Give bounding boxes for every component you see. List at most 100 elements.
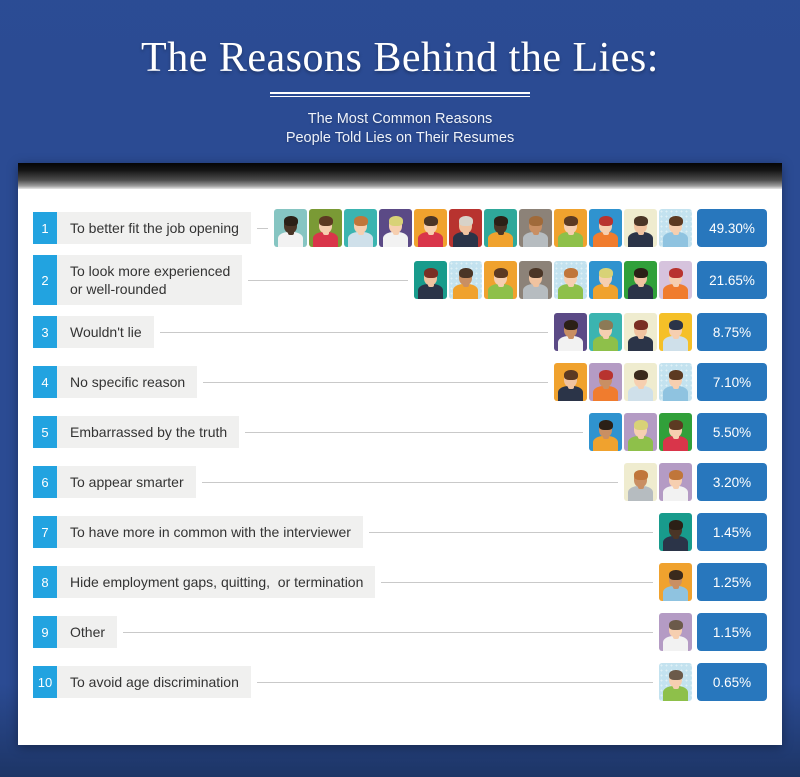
avatar-icon [309,209,342,247]
avatar-hair [633,420,648,430]
percent-badge: 1.45% [697,513,767,551]
avatar-hair [563,320,578,330]
rank-badge: 6 [33,466,57,498]
avatar-hair [633,470,648,480]
avatar-icon [414,261,447,299]
avatar-hair [458,268,473,278]
chart-rows: 1 To better fit the job opening 49.30% 2 To … [18,203,782,707]
avatar-icon [449,209,482,247]
avatar-hair [633,320,648,330]
rank-badge: 7 [33,516,57,548]
avatar-icon [659,463,692,501]
percent-badge: 49.30% [697,209,767,247]
avatar-hair [598,216,613,226]
avatar-hair [563,268,578,278]
percent-badge: 21.65% [697,261,767,299]
rank-badge: 1 [33,212,57,244]
row-label-group[interactable]: 1 To better fit the job opening [33,212,251,244]
avatar-icon [659,563,692,601]
connector-line [248,280,408,281]
avatar-hair [633,370,648,380]
row-label-group[interactable]: 6 To appear smarter [33,466,196,498]
connector-line [123,632,653,633]
connector-line [381,582,653,583]
avatar-icon [414,209,447,247]
connector-line [203,382,548,383]
rank-badge: 4 [33,366,57,398]
avatar-hair [633,268,648,278]
row-label-group[interactable]: 4 No specific reason [33,366,198,398]
avatar-icon [624,313,657,351]
avatar-icon [624,209,657,247]
subtitle-line-2: People Told Lies on Their Resumes [285,130,515,146]
rank-badge: 5 [33,416,57,448]
chart-row: 6 To appear smarter 3.20% [18,457,782,507]
avatar-hair [458,216,473,226]
infographic-header: The Reasons Behind the Lies: The Most Co… [0,0,800,160]
rank-badge: 3 [33,316,57,348]
percent-badge: 1.25% [697,563,767,601]
connector-line [159,332,548,333]
pictogram-bar: 1.25% [659,563,767,601]
row-label-group[interactable]: 5 Embarrassed by the truth [33,416,240,448]
percent-badge: 1.15% [697,613,767,651]
avatar-hair [668,420,683,430]
row-label-group[interactable]: 7 To have more in common with the intervi… [33,516,363,548]
connector-line [256,228,268,229]
avatar-hair [493,216,508,226]
reason-label: Embarrassed by the truth [57,416,240,448]
avatar-hair [668,268,683,278]
subtitle-line-1: The Most Common Reasons [307,111,493,127]
chart-row: 4 No specific reason 7.10% [18,357,782,407]
avatar-hair [668,320,683,330]
row-label-group[interactable]: 10 To avoid age discrimination [33,666,251,698]
percent-badge: 0.65% [697,663,767,701]
avatar-hair [668,570,683,580]
avatar-icon [659,261,692,299]
avatar-icon [589,313,622,351]
row-label-group[interactable]: 2 To look more experienced or well-rounde… [33,255,243,305]
row-label-group[interactable]: 3 Wouldn't lie [33,316,154,348]
pictogram-bar: 21.65% [414,261,767,299]
avatar-hair [668,470,683,480]
avatar-hair [633,216,648,226]
reason-label: Hide employment gaps, quitting, or termi… [57,566,376,598]
avatar-icon [449,261,482,299]
reason-label: To better fit the job opening [57,212,251,244]
row-label-group[interactable]: 8 Hide employment gaps, quitting, or term… [33,566,376,598]
page-title: The Reasons Behind the Lies: [141,35,659,81]
avatar-hair [598,420,613,430]
reason-label: No specific reason [57,366,198,398]
page-subtitle: The Most Common Reasons People Told Lies… [0,110,800,148]
reason-label: Other [57,616,118,648]
chart-row: 9 Other 1.15% [18,607,782,657]
reason-label: Wouldn't lie [57,316,154,348]
avatar-hair [668,670,683,680]
avatar-hair [668,620,683,630]
avatar-icon [659,513,692,551]
avatar-icon [624,413,657,451]
rank-badge: 10 [33,666,57,698]
card-top-banner [18,163,782,189]
pictogram-bar: 1.15% [659,613,767,651]
avatar-icon [624,363,657,401]
avatar-icon [519,209,552,247]
avatar-icon [589,209,622,247]
chart-row: 7 To have more in common with the intervi… [18,507,782,557]
reason-label: To avoid age discrimination [57,666,251,698]
connector-line [368,532,653,533]
chart-row: 1 To better fit the job opening 49.30% [18,203,782,253]
avatar-hair [423,268,438,278]
avatar-icon [659,413,692,451]
avatar-hair [668,370,683,380]
avatar-hair [388,216,403,226]
chart-row: 2 To look more experienced or well-rounde… [18,253,782,307]
connector-line [201,482,618,483]
pictogram-bar: 0.65% [659,663,767,701]
avatar-hair [353,216,368,226]
avatar-hair [598,370,613,380]
avatar-hair [318,216,333,226]
row-label-group[interactable]: 9 Other [33,616,118,648]
avatar-hair [598,320,613,330]
avatar-hair [668,520,683,530]
